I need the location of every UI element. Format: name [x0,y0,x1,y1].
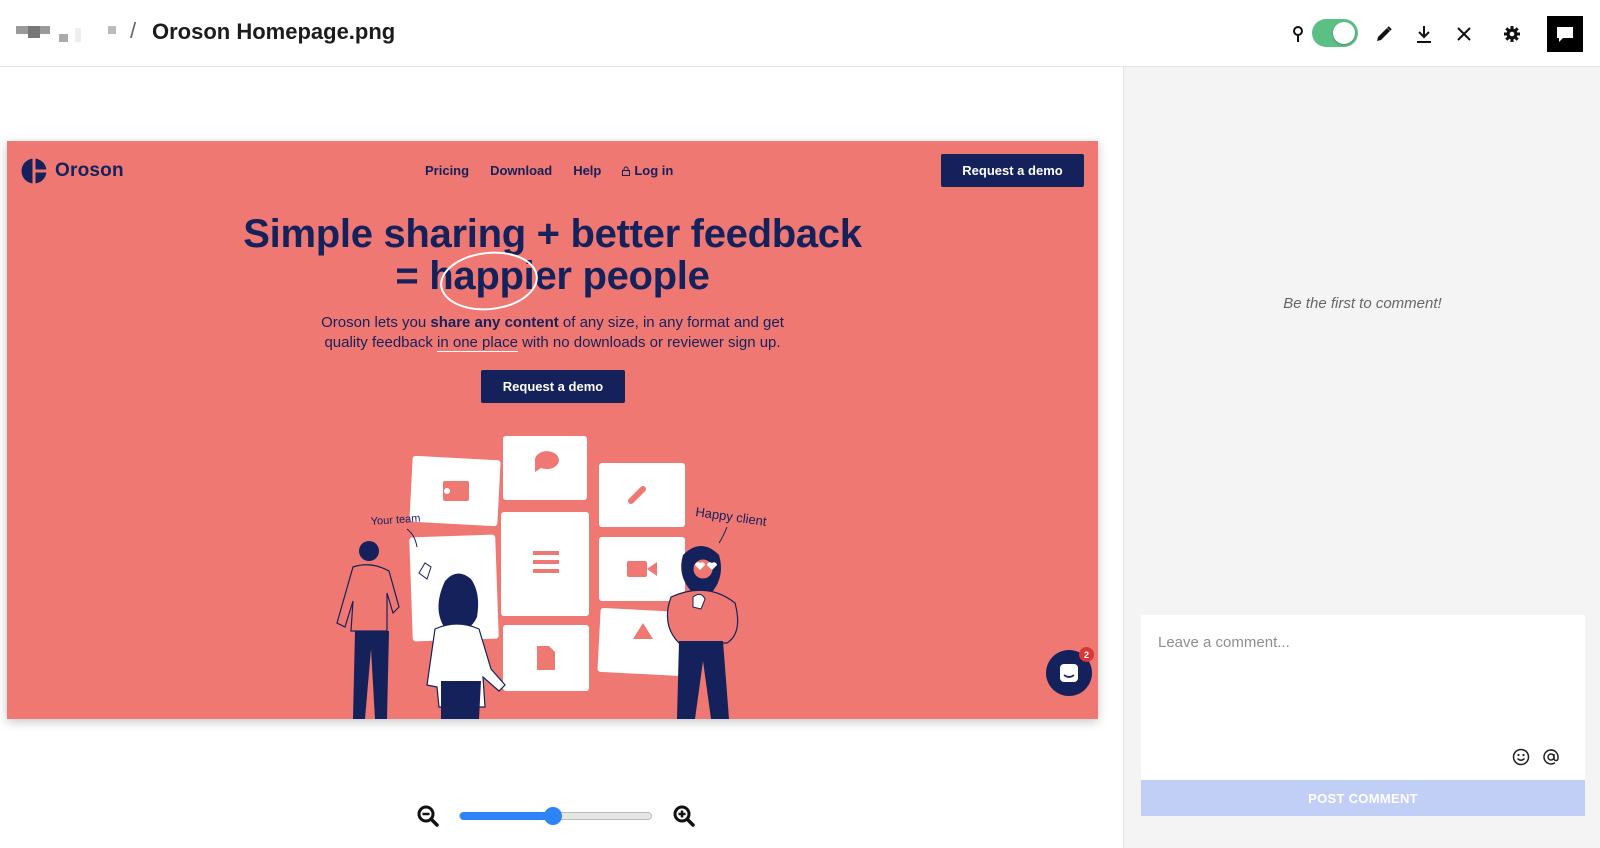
settings-gear-icon[interactable] [1498,20,1526,48]
preview-chat-launcher[interactable]: 2 [1046,647,1094,696]
pin-icon [1284,20,1312,48]
file-glyph-icon [537,646,555,670]
comments-panel: Be the first to comment! POST COMMENT [1123,67,1600,848]
emoji-icon[interactable] [1510,746,1532,768]
edit-pencil-icon[interactable] [1370,20,1398,48]
label-happy-client: Happy client [695,504,768,529]
breadcrumb-separator: / [130,18,137,43]
hero-illustration: Your team Happy client [336,251,768,719]
zoom-slider-fill [460,812,553,820]
image-viewer: Oroson Pricing Download Help Log in Requ… [0,67,1123,848]
zoom-in-icon[interactable] [672,804,696,828]
empty-comments-message: Be the first to comment! [1283,295,1442,312]
comments-panel-button[interactable] [1547,16,1583,52]
post-comment-button[interactable]: POST COMMENT [1141,780,1585,816]
comment-composer [1141,615,1585,780]
card-link [599,463,685,527]
zoom-slider[interactable] [459,807,652,825]
comment-input[interactable] [1141,615,1585,745]
comment-pins-toggle[interactable] [1312,19,1358,47]
zoom-controls [0,800,1123,840]
preview-image[interactable]: Oroson Pricing Download Help Log in Requ… [7,141,1098,719]
toggle-knob [1333,22,1355,44]
list-glyph-icon [533,551,559,555]
top-bar: / Oroson Homepage.png [0,0,1600,67]
chat-badge-count: 2 [1079,647,1094,662]
zoom-out-icon[interactable] [416,804,440,828]
download-icon[interactable] [1410,20,1438,48]
intercom-icon [1060,664,1078,682]
close-icon[interactable] [1450,20,1478,48]
scribble-circle [440,251,538,311]
chat-bubble-icon [1557,27,1573,42]
label-your-team: Your team [370,513,420,528]
mention-at-icon[interactable] [1540,746,1562,768]
file-title: Oroson Homepage.png [152,19,396,44]
video-glyph-icon [627,561,647,577]
zoom-slider-thumb[interactable] [544,807,562,825]
